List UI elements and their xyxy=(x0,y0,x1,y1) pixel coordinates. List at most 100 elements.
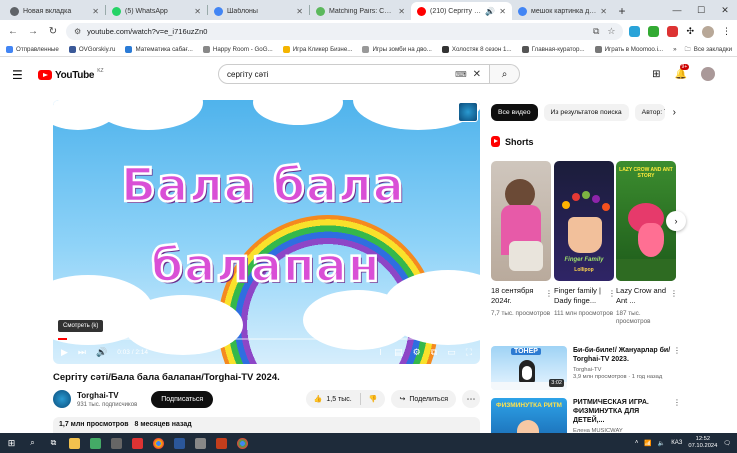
taskbar-app-icon[interactable] xyxy=(132,437,143,449)
network-icon[interactable]: 📶 xyxy=(644,440,651,447)
bookmark-item[interactable]: Главная-куратор... xyxy=(521,46,585,53)
create-video-icon[interactable]: ⊞ xyxy=(652,69,660,80)
autoplay-toggle-icon[interactable]: ⏽ xyxy=(377,347,384,358)
share-button[interactable]: ↪ Поделиться xyxy=(391,390,456,408)
recommended-thumbnail[interactable]: ТОНЕР 3:02 xyxy=(491,346,567,390)
maximize-icon[interactable]: ☐ xyxy=(689,0,713,20)
short-title[interactable]: Lazy Crow and Ant ... xyxy=(616,286,676,306)
chips-next-icon[interactable]: › xyxy=(673,107,676,118)
bookmark-item[interactable]: Игра Кликер Бизне... xyxy=(282,46,352,53)
taskbar-app-icon[interactable] xyxy=(195,437,206,449)
bookmarks-overflow-icon[interactable]: » xyxy=(673,46,676,53)
back-icon[interactable]: ← xyxy=(6,25,20,39)
speaker-icon[interactable]: 🔈 xyxy=(658,440,665,447)
address-bar[interactable]: ⚙ youtube.com/watch?v=e_i716uzZn0 ⧉ ☆ xyxy=(66,23,624,40)
channel-name[interactable]: Torghai-TV xyxy=(77,391,137,400)
browser-tab[interactable]: Шаблоны ✕ xyxy=(208,2,309,20)
channel-watermark-icon[interactable] xyxy=(458,102,478,122)
recommended-title[interactable]: Би-би-биле!/ Жануарлар би/ Torghai-TV 20… xyxy=(573,346,671,364)
subtitles-icon[interactable]: ▤ xyxy=(394,347,403,358)
chip-by-author[interactable]: Автор: T xyxy=(634,104,665,121)
shorts-item[interactable]: LAZY CROW AND ANT STORY Lazy Crow and An… xyxy=(616,161,678,326)
bookmark-item[interactable]: Играть в Moomoo.i... xyxy=(594,46,663,53)
taskbar-search-icon[interactable]: ⌕ xyxy=(27,438,38,449)
browser-menu-icon[interactable]: ⋮ xyxy=(722,26,731,37)
short-more-icon[interactable]: ⋮ xyxy=(670,289,678,298)
youtube-logo[interactable]: YouTube KZ xyxy=(38,68,104,81)
bookmark-item[interactable]: Отправленные xyxy=(6,46,59,53)
tab-close-icon[interactable]: ✕ xyxy=(499,7,506,16)
browser-tab[interactable]: Matching Pairs: Сайкестендір ✕ xyxy=(310,2,411,20)
channel-avatar[interactable] xyxy=(53,390,71,408)
hamburger-menu-icon[interactable]: ☰ xyxy=(12,68,26,82)
tab-audio-icon[interactable]: 🔊 xyxy=(485,7,495,16)
fullscreen-icon[interactable]: ⛶ xyxy=(466,347,472,358)
clear-search-icon[interactable]: ✕ xyxy=(473,69,481,80)
browser-tab[interactable]: (5) WhatsApp ✕ xyxy=(106,2,207,20)
next-video-icon[interactable]: ⏭ xyxy=(78,347,86,358)
like-count[interactable]: 1,5 тыс. xyxy=(326,396,351,403)
dislike-icon[interactable]: 👎 xyxy=(369,395,378,403)
input-language[interactable]: КАЗ xyxy=(671,440,682,446)
task-view-icon[interactable]: ⧉ xyxy=(48,438,59,449)
shorts-item[interactable]: Finger Family Lollipop Finger family | D… xyxy=(554,161,616,318)
recommended-more-icon[interactable]: ⋮ xyxy=(673,398,681,407)
tab-close-icon[interactable]: ✕ xyxy=(398,7,405,16)
volume-icon[interactable]: 🔊 xyxy=(96,347,107,358)
notifications-bell-icon[interactable]: 🔔 9+ xyxy=(675,63,690,80)
tab-close-icon[interactable]: ✕ xyxy=(92,7,99,16)
short-title[interactable]: 18 сентября 2024г. xyxy=(491,286,551,306)
windows-start-icon[interactable]: ⊞ xyxy=(6,438,17,449)
browser-tab-active[interactable]: (210) Сергіту сәті/Бала б 🔊 ✕ xyxy=(411,2,512,20)
more-actions-button[interactable]: ⋯ xyxy=(462,390,480,408)
recommended-more-icon[interactable]: ⋮ xyxy=(673,346,681,355)
forward-icon[interactable]: → xyxy=(26,25,40,39)
new-tab-button[interactable]: + xyxy=(613,2,631,20)
chip-from-search[interactable]: Из результатов поиска xyxy=(543,104,629,121)
file-explorer-icon[interactable] xyxy=(69,437,80,449)
taskbar-app-icon[interactable] xyxy=(90,437,101,449)
minimize-icon[interactable]: — xyxy=(665,0,689,20)
progress-bar[interactable] xyxy=(58,338,475,340)
settings-gear-icon[interactable]: ⚙ xyxy=(413,347,421,358)
short-thumbnail[interactable] xyxy=(491,161,551,281)
url-text[interactable]: youtube.com/watch?v=e_i716uzZn0 xyxy=(87,27,587,36)
reload-icon[interactable]: ↻ xyxy=(46,25,60,39)
chrome-taskbar-icon[interactable] xyxy=(153,437,164,449)
site-info-icon[interactable]: ⚙ xyxy=(74,27,81,36)
browser-tab[interactable]: мешок картинка для детей ✕ xyxy=(512,2,613,20)
browser-tab[interactable]: Новая вкладка ✕ xyxy=(4,2,105,20)
theater-mode-icon[interactable]: ▭ xyxy=(447,347,456,358)
recommended-channel[interactable]: Torghai-TV xyxy=(573,367,671,373)
all-bookmarks-button[interactable]: 🗀 Все закладки xyxy=(685,44,732,55)
tab-close-icon[interactable]: ✕ xyxy=(600,7,607,16)
shorts-next-button[interactable]: › xyxy=(666,211,686,231)
chrome-taskbar-icon[interactable] xyxy=(237,437,248,449)
short-thumbnail[interactable]: Finger Family Lollipop xyxy=(554,161,614,281)
taskbar-clock[interactable]: 12:52 07.10.2024 xyxy=(688,436,717,450)
search-input-text[interactable]: сергіту сәті xyxy=(227,70,455,79)
extension-icon[interactable] xyxy=(667,26,679,37)
tab-close-icon[interactable]: ✕ xyxy=(296,7,303,16)
short-more-icon[interactable]: ⋮ xyxy=(608,289,616,298)
recommended-video[interactable]: ТОНЕР 3:02 Би-би-биле!/ Жануарлар би/ To… xyxy=(491,346,681,390)
bookmark-item[interactable]: Happy Room - GoG... xyxy=(202,46,273,53)
bookmark-item[interactable]: Холостяк 8 сезон 1... xyxy=(441,46,512,53)
short-title[interactable]: Finger family | Dady finge... xyxy=(554,286,614,306)
extension-icon[interactable] xyxy=(648,26,660,37)
video-player[interactable]: Бала бала балапан Смотреть (k) ▶ ⏭ 🔊 0:0… xyxy=(53,100,480,364)
short-more-icon[interactable]: ⋮ xyxy=(545,289,553,298)
shorts-item[interactable]: 18 сентября 2024г. 7,7 тыс. просмотров ⋮ xyxy=(491,161,553,318)
bookmark-item[interactable]: Игры зомби на дво... xyxy=(362,46,432,53)
taskbar-app-icon[interactable] xyxy=(111,437,122,449)
keyboard-icon[interactable]: ⌨ xyxy=(455,70,467,79)
bookmark-item[interactable]: OVGorskiy.ru xyxy=(68,46,115,53)
account-avatar[interactable] xyxy=(701,67,715,81)
close-window-icon[interactable]: ✕ xyxy=(713,0,737,20)
recommended-title[interactable]: РИТМИЧЕСКАЯ ИГРА. ФИЗМИНУТКА ДЛЯ ДЕТЕЙ,.… xyxy=(573,398,671,425)
tab-close-icon[interactable]: ✕ xyxy=(194,7,201,16)
word-taskbar-icon[interactable] xyxy=(174,437,185,449)
search-button[interactable]: ⌕ xyxy=(490,64,520,84)
notifications-center-icon[interactable]: 🗨 xyxy=(723,440,731,447)
bookmark-star-icon[interactable]: ☆ xyxy=(607,26,615,37)
